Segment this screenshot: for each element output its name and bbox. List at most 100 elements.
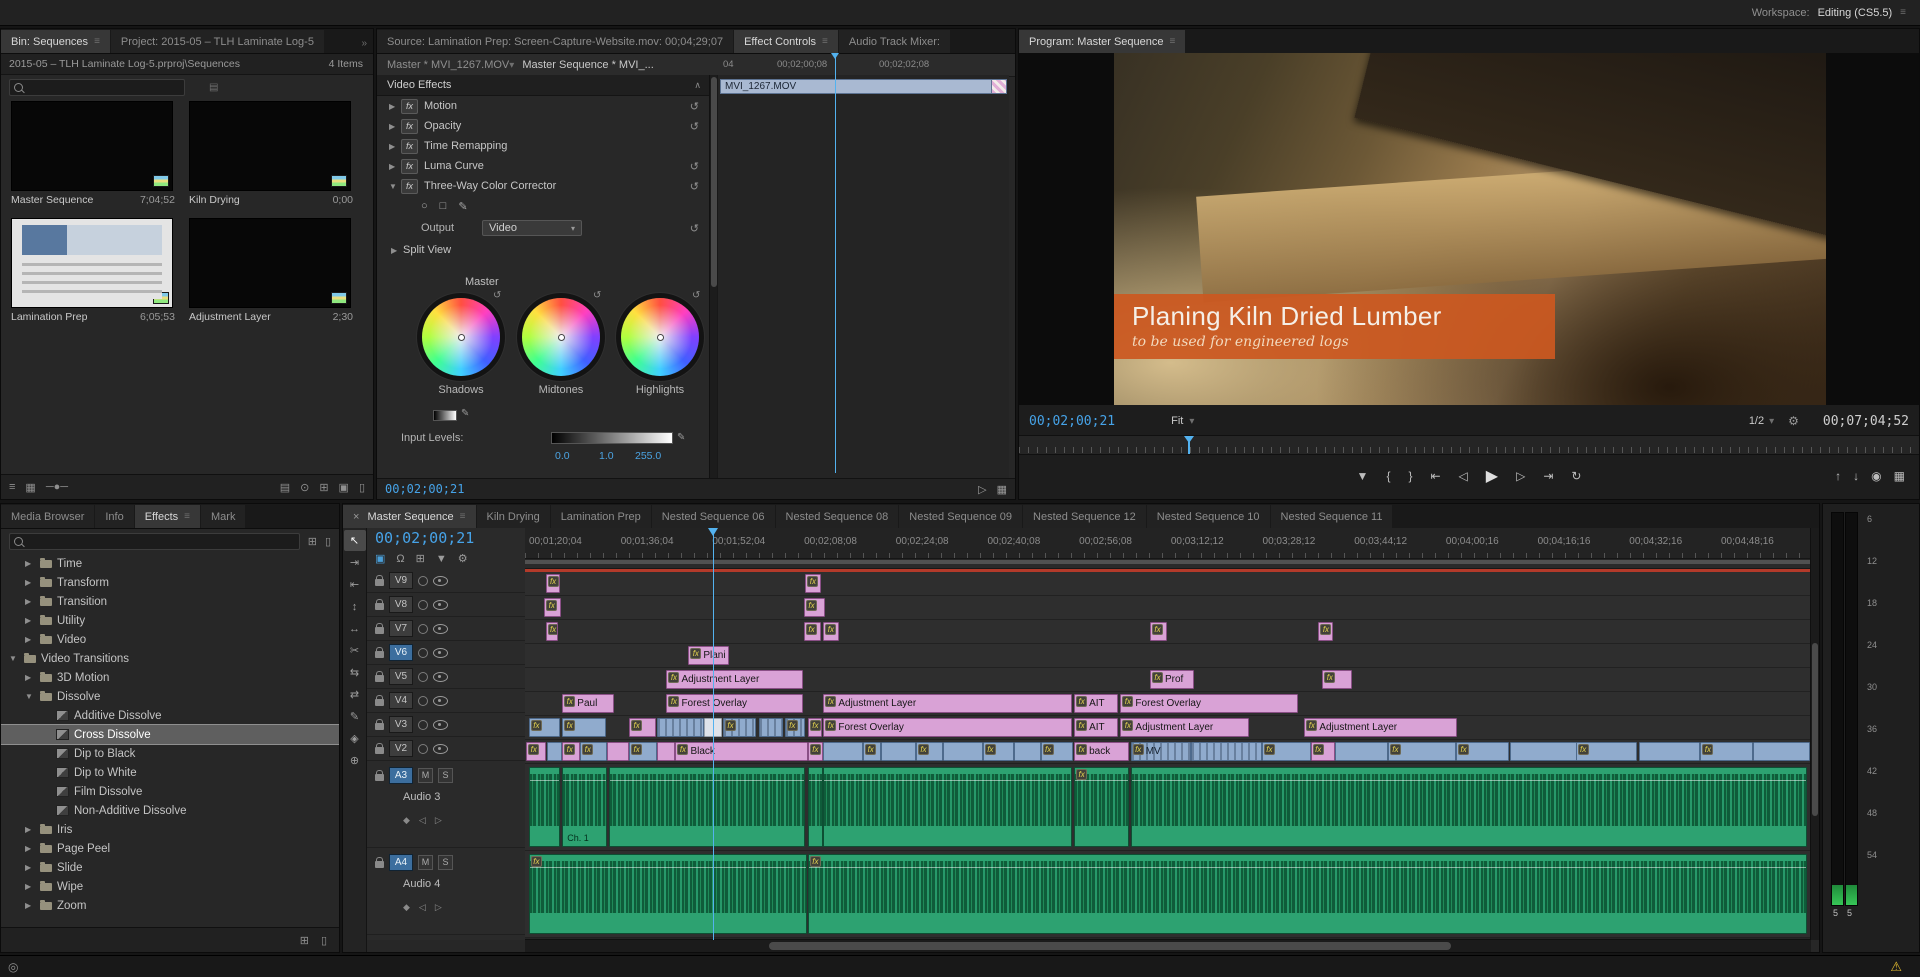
twirl-icon[interactable]: ▶ xyxy=(25,863,35,872)
current-timecode[interactable]: 00;02;00;21 xyxy=(385,482,464,496)
tab-project[interactable]: Project: 2015-05 – TLH Laminate Log-5 xyxy=(111,30,324,53)
timeline-clip[interactable]: fx xyxy=(808,742,823,761)
multi-camera-icon[interactable]: ▦ xyxy=(1894,469,1905,483)
timeline-lanes[interactable]: 00;01;20;0400;01;36;0400;01;52;0400;02;0… xyxy=(525,528,1811,940)
new-bin-icon[interactable]: ⊞ xyxy=(319,481,328,494)
twirl-icon[interactable]: ▶ xyxy=(389,162,401,171)
track-id[interactable]: V9 xyxy=(389,572,413,589)
timeline-tab[interactable]: Lamination Prep xyxy=(551,505,651,528)
effects-tree-item[interactable]: Cross Dissolve xyxy=(1,725,339,744)
timeline-clip[interactable] xyxy=(1753,742,1810,761)
timeline-clip[interactable]: fx xyxy=(863,742,881,761)
effects-tree-item[interactable]: Film Dissolve xyxy=(1,782,339,801)
timeline-clip[interactable] xyxy=(529,767,560,847)
timeline-clip[interactable]: fx xyxy=(580,742,607,761)
sync-lock-toggle[interactable] xyxy=(418,744,428,754)
timeline-clip[interactable]: fx xyxy=(1388,742,1456,761)
effect-row-motion[interactable]: ▶ fx Motion ↺ xyxy=(377,96,709,116)
input-level-mid[interactable]: 1.0 xyxy=(599,450,614,462)
effects-tree-item[interactable]: Additive Dissolve xyxy=(1,706,339,725)
timeline-clip[interactable]: fx xyxy=(1262,742,1311,761)
twirl-icon[interactable]: ▼ xyxy=(389,182,401,191)
delete-icon[interactable]: ▯ xyxy=(325,535,331,548)
tab-audio-track-mixer[interactable]: Audio Track Mixer: xyxy=(839,30,950,53)
video-lane-v2[interactable]: fxfxfxfxfxBlackfxfxfxfxfxfxbackfxMVfxfxf… xyxy=(525,740,1811,764)
effects-tree-item[interactable]: ▶Utility xyxy=(1,611,339,630)
timeline-clip[interactable]: fx xyxy=(529,718,560,737)
program-scrubber[interactable] xyxy=(1019,435,1919,455)
zoom-slider[interactable]: ─●─ xyxy=(46,481,68,494)
effects-tree-item[interactable]: Dip to Black xyxy=(1,744,339,763)
track-id[interactable]: V2 xyxy=(389,740,413,757)
next-keyframe-icon[interactable]: ▷ xyxy=(435,815,442,826)
tab-source-monitor[interactable]: Source: Lamination Prep: Screen-Capture-… xyxy=(377,30,733,53)
mark-in-icon[interactable]: { xyxy=(1386,469,1390,483)
slip-tool[interactable]: ⇆ xyxy=(344,662,366,683)
twirl-icon[interactable]: ▶ xyxy=(25,673,35,682)
video-frame[interactable]: Planing Kiln Dried Lumber to be used for… xyxy=(1114,53,1826,405)
timeline-clip[interactable]: fx xyxy=(629,718,656,737)
effects-tree-item[interactable]: ▶Zoom xyxy=(1,896,339,915)
go-to-in-icon[interactable]: ⇤ xyxy=(1430,469,1440,483)
highlights-wheel[interactable] xyxy=(621,298,699,376)
reset-icon[interactable]: ↺ xyxy=(493,290,501,301)
add-marker-icon[interactable]: ▼ xyxy=(1357,469,1369,483)
timeline-tab[interactable]: Nested Sequence 12 xyxy=(1023,505,1146,528)
timeline-clip[interactable] xyxy=(547,742,562,761)
timeline-clip[interactable]: Ch. 1 xyxy=(562,767,607,847)
next-keyframe-icon[interactable]: ▷ xyxy=(435,902,442,913)
effects-tree-item[interactable]: ▶Iris xyxy=(1,820,339,839)
breadcrumb[interactable]: 2015-05 – TLH Laminate Log-5.prproj\Sequ… xyxy=(1,58,240,70)
bin-item-name[interactable]: Lamination Prep xyxy=(11,311,87,323)
effects-search-input[interactable] xyxy=(9,533,300,550)
eyedropper-icon[interactable]: ✎ xyxy=(677,432,685,443)
timeline-clip[interactable] xyxy=(759,718,783,737)
playhead[interactable] xyxy=(1188,436,1190,454)
bin-search-input[interactable] xyxy=(9,79,185,96)
audio-lane-a4[interactable]: fxfx xyxy=(525,851,1811,938)
reset-icon[interactable]: ↺ xyxy=(593,290,601,301)
delete-icon[interactable]: ▯ xyxy=(321,934,327,947)
track-visibility-toggle[interactable] xyxy=(433,696,448,706)
timeline-tab-active[interactable]: ×Master Sequence≡ xyxy=(343,505,476,528)
timeline-clip[interactable]: fxback xyxy=(1074,742,1129,761)
twirl-icon[interactable]: ▶ xyxy=(25,597,35,606)
timeline-clip[interactable] xyxy=(1335,742,1388,761)
lock-icon[interactable] xyxy=(375,627,384,634)
reset-icon[interactable]: ↺ xyxy=(690,180,699,193)
warning-icon[interactable]: ⚠ xyxy=(1890,959,1902,975)
tab-effect-controls[interactable]: Effect Controls ≡ xyxy=(734,30,838,53)
mini-timeline-clip[interactable]: MVI_1267.MOV xyxy=(720,79,1007,94)
timeline-tab[interactable]: Nested Sequence 11 xyxy=(1271,505,1393,528)
tab-effects[interactable]: Effects ≡ xyxy=(135,505,200,528)
timeline-clip[interactable] xyxy=(1014,742,1041,761)
track-id[interactable]: V3 xyxy=(389,716,413,733)
tab-bin-sequences[interactable]: Bin: Sequences ≡ xyxy=(1,30,110,53)
timeline-clip[interactable]: fx xyxy=(804,598,825,617)
effect-row-time-remapping[interactable]: ▶ fx Time Remapping xyxy=(377,136,709,156)
effects-tree-item[interactable]: Non-Additive Dissolve xyxy=(1,801,339,820)
effects-tree-item[interactable]: ▶Transform xyxy=(1,573,339,592)
timeline-clip[interactable]: fx xyxy=(629,742,657,761)
timeline-clip[interactable]: fxAdjustment Layer xyxy=(823,694,1071,713)
go-to-out-icon[interactable]: ⇥ xyxy=(1543,469,1553,483)
video-lane-v8[interactable]: fxfx xyxy=(525,596,1811,620)
reset-icon[interactable]: ↺ xyxy=(690,120,699,133)
panel-menu-icon[interactable]: ≡ xyxy=(94,36,100,47)
lock-icon[interactable] xyxy=(375,675,384,682)
timeline-clip[interactable]: fxMV xyxy=(1131,742,1191,761)
timeline-clip[interactable]: fx xyxy=(1041,742,1073,761)
twirl-icon[interactable]: ▶ xyxy=(389,122,401,131)
lift-icon[interactable]: ↑ xyxy=(1835,469,1841,483)
find-icon[interactable]: ⊙ xyxy=(300,481,309,494)
lock-icon[interactable] xyxy=(375,603,384,610)
fx-icon[interactable]: fx xyxy=(401,179,418,194)
timeline-clip[interactable]: fx xyxy=(916,742,943,761)
timeline-clip[interactable]: fx xyxy=(808,854,1807,934)
fx-icon[interactable]: fx xyxy=(401,159,418,174)
new-custom-bin-icon[interactable]: ⊞ xyxy=(308,535,317,548)
track-visibility-toggle[interactable] xyxy=(433,744,448,754)
bin-thumbnail[interactable] xyxy=(11,218,173,308)
timeline-clip[interactable]: fx xyxy=(526,742,545,761)
loop-icon[interactable]: ↻ xyxy=(1571,469,1581,483)
